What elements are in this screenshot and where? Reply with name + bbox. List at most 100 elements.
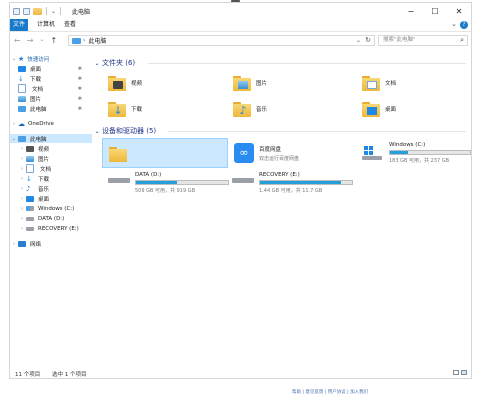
pin-icon: ✱ xyxy=(77,65,82,72)
expand-chevron-icon[interactable]: ⌄ xyxy=(10,136,18,142)
device-item-folder[interactable] xyxy=(102,138,228,168)
expand-chevron-icon[interactable]: › xyxy=(18,206,26,212)
expand-chevron-icon[interactable]: › xyxy=(18,146,26,152)
selection-count: 选中 1 个项目 xyxy=(52,372,87,378)
window-controls: − ☐ ✕ xyxy=(399,3,471,19)
document-icon xyxy=(18,84,26,93)
expand-chevron-icon[interactable]: ⌄ xyxy=(10,56,18,62)
navigation-bar: ← → ⌄ ↑ › 此电脑 ⌄ ↻ 搜索"此电脑" ⌕ xyxy=(10,32,471,50)
music-folder-icon: ♪ xyxy=(233,100,251,118)
section-divider xyxy=(148,63,466,64)
minimize-button[interactable]: − xyxy=(399,3,423,19)
sidebar-item-network[interactable]: › 网络 xyxy=(10,239,92,248)
sidebar-item-documents-pc[interactable]: › 文档 xyxy=(10,164,92,173)
back-arrow-icon[interactable]: ← xyxy=(14,36,21,45)
title-bar: ⌄ 此电脑 − ☐ ✕ xyxy=(10,3,471,19)
new-folder-icon[interactable] xyxy=(33,7,42,15)
expand-chevron-icon[interactable]: › xyxy=(10,241,18,247)
forward-arrow-icon[interactable]: → xyxy=(27,36,34,45)
expand-chevron-icon[interactable]: › xyxy=(18,226,26,232)
sidebar-item-pictures-pc[interactable]: › 图片 xyxy=(10,154,92,163)
sidebar-item-this-pc[interactable]: ⌄ 此电脑 xyxy=(10,134,92,143)
tab-view[interactable]: 查看 xyxy=(59,19,81,31)
footer-links[interactable]: 帮助 | 意见反馈 | 用户协议 | 加入我们 xyxy=(292,389,368,395)
sidebar-item-desktop-pc[interactable]: › 桌面 xyxy=(10,194,92,203)
search-icon[interactable]: ⌕ xyxy=(460,36,464,45)
sidebar-item-downloads-pc[interactable]: › ↓ 下载 xyxy=(10,174,92,183)
details-view-icon[interactable] xyxy=(453,370,459,375)
tab-file[interactable]: 文件 xyxy=(10,19,28,31)
folder-item-pictures[interactable]: 图片 xyxy=(233,72,353,94)
sidebar-item-music[interactable]: › ♪ 音乐 xyxy=(10,184,92,193)
sidebar-item-drive-d[interactable]: › DATA (D:) xyxy=(10,214,92,223)
customize-toolbar-chevron-icon[interactable]: ⌄ xyxy=(51,8,56,15)
up-arrow-icon[interactable]: ↑ xyxy=(50,36,57,45)
address-dropdown-chevron-icon[interactable]: ⌄ xyxy=(356,36,361,45)
folder-item-desktop[interactable]: 桌面 xyxy=(362,98,471,120)
sidebar-item-downloads[interactable]: ↓ 下载 ✱ xyxy=(10,74,92,83)
folder-item-documents[interactable]: 文档 xyxy=(362,72,471,94)
device-name: 百度网盘 xyxy=(259,146,282,153)
expand-chevron-icon[interactable]: › xyxy=(18,216,26,222)
folder-item-music[interactable]: ♪ 音乐 xyxy=(233,98,353,120)
computer-icon xyxy=(18,105,26,112)
sidebar-item-drive-c[interactable]: › Windows (C:) xyxy=(10,204,92,213)
devices-section-header[interactable]: ⌄ 设备和驱动器 (5) xyxy=(92,126,156,136)
device-info: 百度网盘 双击运行百度网盘 xyxy=(259,138,299,168)
expand-chevron-icon[interactable]: › xyxy=(18,166,26,172)
collapse-chevron-icon[interactable]: ⌄ xyxy=(92,128,102,135)
sidebar-item-label: 文档 xyxy=(32,86,44,93)
properties-icon[interactable] xyxy=(23,7,30,15)
device-item-drive-c[interactable]: Windows (C:) 183 GB 可用，共 237 GB xyxy=(362,138,471,168)
sidebar-item-onedrive[interactable]: › ☁ OneDrive xyxy=(10,119,92,128)
refresh-icon[interactable]: ↻ xyxy=(365,36,371,45)
sidebar-item-documents[interactable]: 文档 ✱ xyxy=(10,84,92,93)
pin-icon: ✱ xyxy=(77,85,82,92)
device-item-drive-d[interactable]: DATA (D:) 509 GB 可用，共 919 GB xyxy=(108,168,232,198)
pin-icon: ✱ xyxy=(77,95,82,102)
device-item-baidu-netdisk[interactable]: ∞ 百度网盘 双击运行百度网盘 xyxy=(234,138,352,168)
pin-icon: ✱ xyxy=(77,105,82,112)
sidebar-item-label: 视频 xyxy=(38,146,50,153)
device-subtext: 183 GB 可用，共 237 GB xyxy=(389,158,450,164)
expand-chevron-icon[interactable]: › xyxy=(18,186,26,192)
star-icon: ★ xyxy=(18,54,25,63)
drive-icon xyxy=(108,178,130,192)
folder-label: 图片 xyxy=(256,81,268,87)
section-title: 设备和驱动器 (5) xyxy=(102,127,157,135)
search-input[interactable]: 搜索"此电脑" ⌕ xyxy=(378,35,468,46)
breadcrumb[interactable]: 此电脑 xyxy=(88,36,106,45)
close-button[interactable]: ✕ xyxy=(447,3,471,19)
sidebar-item-videos[interactable]: › 视频 xyxy=(10,144,92,153)
expand-chevron-icon[interactable]: › xyxy=(18,156,26,162)
windows-drive-icon xyxy=(362,146,384,160)
section-divider xyxy=(168,131,466,132)
sidebar-item-drive-e[interactable]: › RECOVERY (E:) xyxy=(10,224,92,233)
expand-chevron-icon[interactable]: › xyxy=(18,176,26,182)
document-folder-icon xyxy=(362,74,380,92)
folders-section-header[interactable]: ⌄ 文件夹 (6) xyxy=(92,58,135,68)
video-folder-icon xyxy=(108,74,126,92)
device-item-drive-e[interactable]: RECOVERY (E:) 1.44 GB 可用，共 11.7 GB xyxy=(232,168,358,198)
sidebar-item-this-pc-pinned[interactable]: 此电脑 ✱ xyxy=(10,104,92,113)
recent-locations-chevron-icon[interactable]: ⌄ xyxy=(39,36,44,45)
maximize-button[interactable]: ☐ xyxy=(423,3,447,19)
ribbon-expand-chevron-icon[interactable]: ⌄ xyxy=(451,20,457,28)
expand-chevron-icon[interactable]: › xyxy=(18,196,26,202)
address-bar[interactable]: › 此电脑 ⌄ ↻ xyxy=(68,35,375,46)
music-icon: ♪ xyxy=(26,184,31,193)
sidebar-item-quick-access[interactable]: ⌄ ★ 快速访问 xyxy=(10,54,92,63)
sidebar-item-desktop[interactable]: 桌面 ✱ xyxy=(10,64,92,73)
navigation-pane: ⌄ ★ 快速访问 桌面 ✱ ↓ 下载 ✱ 文档 ✱ 图片 ✱ 此电脑 ✱ › ☁… xyxy=(10,50,92,366)
sidebar-item-label: 下载 xyxy=(38,176,50,183)
expand-chevron-icon[interactable]: › xyxy=(10,121,18,127)
large-icons-view-icon[interactable] xyxy=(461,370,467,375)
help-icon[interactable]: ? xyxy=(460,21,468,29)
sidebar-item-pictures[interactable]: 图片 ✱ xyxy=(10,94,92,103)
folder-item-videos[interactable]: 视频 xyxy=(108,72,228,94)
collapse-chevron-icon[interactable]: ⌄ xyxy=(92,60,102,67)
tab-computer[interactable]: 计算机 xyxy=(32,19,60,31)
sidebar-item-label: 图片 xyxy=(38,156,50,163)
computer-icon[interactable] xyxy=(13,7,20,15)
folder-item-downloads[interactable]: ↓ 下载 xyxy=(108,98,228,120)
